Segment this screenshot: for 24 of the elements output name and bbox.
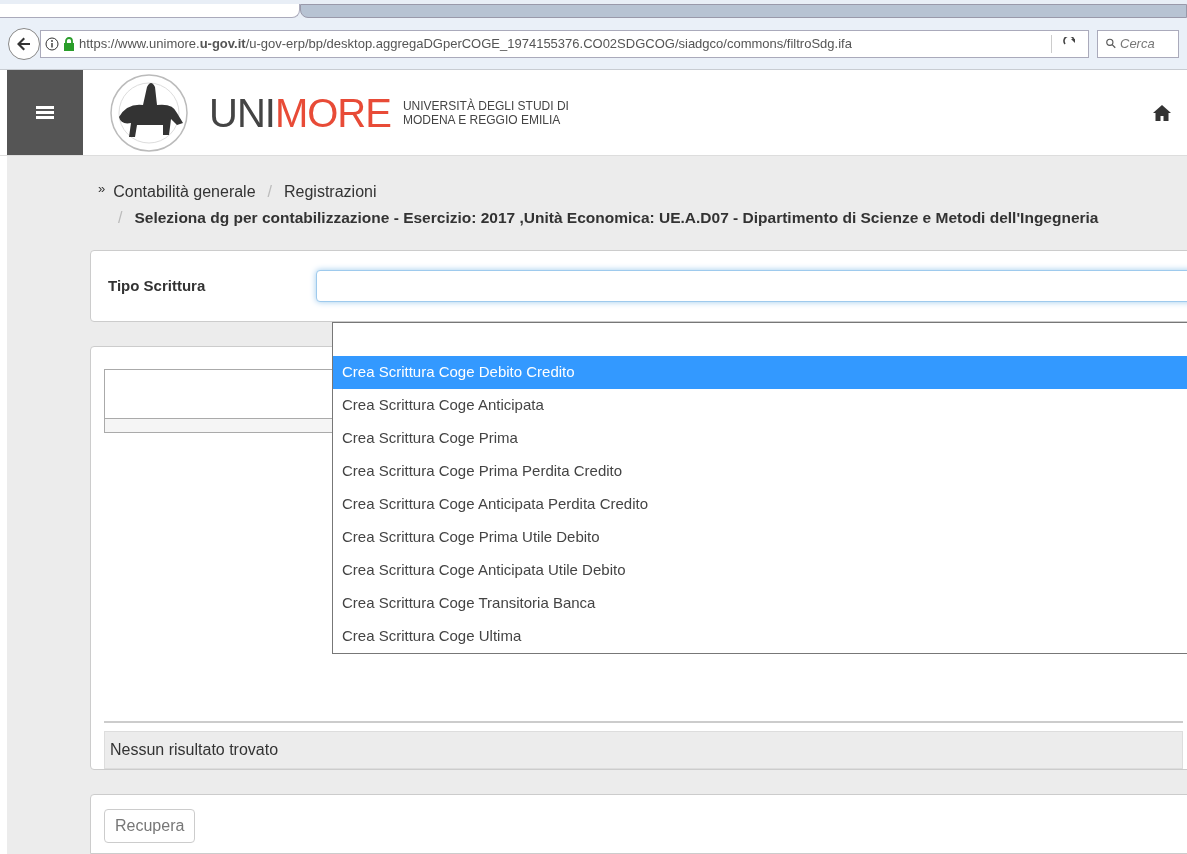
search-field[interactable]: Cerca [1097, 29, 1179, 58]
empty-results-message: Nessun risultato trovato [110, 740, 279, 760]
breadcrumb-separator: / [267, 182, 272, 202]
breadcrumb-current: Seleziona dg per contabilizzazione - Esercizio: 2017 ,Unità Economica: UE.A.D07 - Dipartimento di Scienze e Metodi dell'Ingegneria [134, 208, 1100, 228]
logo-wordmark: UNIMORE [209, 92, 391, 133]
menu-button[interactable] [7, 70, 83, 155]
breadcrumb-link[interactable]: Contabilità generale [113, 180, 256, 204]
university-name-line: UNIVERSITÀ DEGLI STUDI DI [402, 98, 569, 113]
breadcrumb-separator: / [118, 208, 123, 228]
search-icon [1106, 37, 1116, 50]
university-name-line: MODENA E REGGIO EMILIA [402, 112, 562, 127]
recupera-button[interactable]: Recupera [104, 809, 196, 843]
breadcrumb-link[interactable]: Registrazioni [284, 180, 377, 204]
lock-icon [63, 36, 75, 51]
back-button[interactable] [8, 27, 40, 60]
info-icon [45, 36, 59, 51]
home-icon [1153, 104, 1171, 121]
breadcrumb-mark: » [98, 180, 106, 199]
menu-icon [36, 105, 54, 120]
url-field[interactable]: https://www.unimore.u-gov.it/u-gov-erp/bp/desktop.aggregaDGperCOGE_1974155376.CO02SDGCOG/siadgco/commons/filtroSdg.ifa [40, 29, 1089, 58]
url-text: https://www.unimore.u-gov.it/u-gov-erp/bp/desktop.aggregaDGperCOGE_1974155376.CO02SDGCOG/siadgco/commons/filtroSdg.ifa [79, 34, 852, 53]
field-label: Tipo Scrittura [107, 275, 207, 296]
back-arrow-icon [16, 35, 32, 52]
search-input[interactable]: Cerca [1120, 33, 1170, 54]
